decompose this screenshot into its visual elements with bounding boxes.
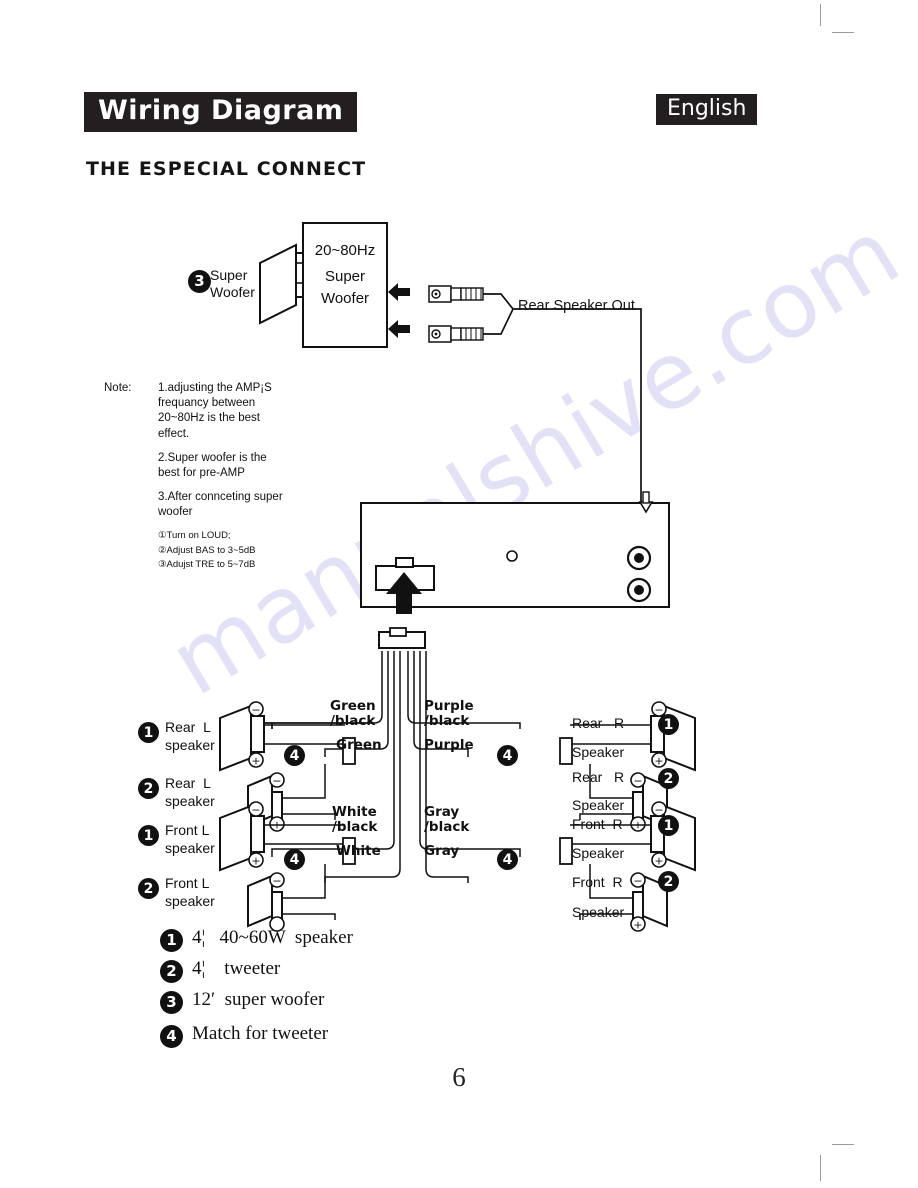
legend-marker-3: 3 <box>160 991 183 1014</box>
svg-text:−: − <box>654 804 663 817</box>
rear-speaker-out-label: Rear Speaker Out <box>518 298 635 314</box>
page-title: Wiring Diagram <box>84 92 358 133</box>
note-item-3: 3.After connceting super woofer <box>158 491 283 519</box>
note-sub-2: ②Adjust BAS to 3~5dB <box>158 544 256 556</box>
legend-text-4: Match for tweeter <box>192 1023 329 1044</box>
svg-text:+: + <box>251 755 260 768</box>
left-speaker-1-label: Rear L speaker <box>165 719 215 754</box>
wire-label-purple-black: Purple /black <box>424 698 474 730</box>
note-item-2: 2.Super woofer is the best for pre-AMP <box>158 451 267 479</box>
section-title: THE ESPECIAL CONNECT <box>86 158 367 180</box>
note-item-1: 1.adjusting the AMP¡S frequancy between … <box>158 382 272 440</box>
wire-label-white-black: White /black <box>332 804 378 836</box>
right-speaker-2-label-bottom: Speaker <box>572 797 625 813</box>
marker-4-match-left-rear: 4 <box>284 745 305 766</box>
legend-marker-4: 4 <box>160 1025 183 1048</box>
svg-text:+: + <box>654 755 663 768</box>
wire-label-gray-black: Gray /black <box>424 804 470 836</box>
left-speaker-2-label: Rear L speaker <box>165 775 215 810</box>
woofer-frequency: 20~80Hz <box>314 242 376 259</box>
note-sub-3: ③Adujst TRE to 5~7dB <box>158 558 256 570</box>
crop-mark-top-right-horizontal <box>832 32 854 33</box>
wire-label-white: White <box>336 843 381 859</box>
note-sub-1: ①Turn on LOUD; <box>158 530 231 542</box>
marker-3-super-woofer: 3 <box>188 270 211 293</box>
woofer-input-arrow-lower <box>388 320 410 338</box>
svg-text:−: − <box>272 775 281 788</box>
svg-text:+: + <box>654 855 663 868</box>
wire-label-gray: Gray <box>424 843 460 859</box>
crop-mark-bottom-right-vertical <box>820 1155 821 1181</box>
crop-mark-bottom-right-horizontal <box>832 1144 854 1145</box>
left-speaker-3-label: Front L speaker <box>165 822 215 857</box>
marker-4-match-right-rear: 4 <box>497 745 518 766</box>
marker-right-speaker-1: 1 <box>658 714 679 735</box>
svg-text:−: − <box>251 704 260 717</box>
note-sub-items: ①Turn on LOUD; ②Adjust BAS to 3~5dB ③Adu… <box>158 529 290 572</box>
right-speaker-3-label-bottom: Speaker <box>572 845 625 861</box>
manual-page: manualshive.com Wiring Diagram English T… <box>0 0 918 1188</box>
marker-left-speaker-1: 1 <box>138 722 159 743</box>
legend-marker-1: 1 <box>160 929 183 952</box>
marker-left-speaker-4: 2 <box>138 878 159 899</box>
page-number: 6 <box>452 1062 466 1092</box>
right-speaker-1-label-bottom: Speaker <box>572 744 625 760</box>
marker-left-speaker-2: 2 <box>138 778 159 799</box>
right-speaker-4-label-top: Front R <box>572 874 623 890</box>
marker-4-match-right-front: 4 <box>497 849 518 870</box>
svg-text:−: − <box>272 875 281 888</box>
note-heading: Note: <box>104 382 132 394</box>
legend-text-3: 12′ super woofer <box>192 989 325 1010</box>
marker-4-match-left-front: 4 <box>284 849 305 870</box>
right-speaker-1-label-top: Rear R <box>572 715 625 731</box>
marker-left-speaker-3: 1 <box>138 825 159 846</box>
woofer-box-line1: Super <box>324 267 366 285</box>
svg-text:−: − <box>633 775 642 788</box>
marker-right-speaker-4: 2 <box>658 871 679 892</box>
left-speaker-4-label: Front L speaker <box>165 875 215 910</box>
woofer-box-line2: Woofer <box>320 289 370 307</box>
wire-label-purple: Purple <box>424 737 474 753</box>
svg-text:+: + <box>633 919 642 932</box>
svg-text:+: + <box>251 855 260 868</box>
marker-right-speaker-3: 1 <box>658 815 679 836</box>
right-speaker-4-label-bottom: Speaker <box>572 904 625 920</box>
crop-mark-top-right-vertical <box>820 4 821 26</box>
super-woofer-box-text: 20~80Hz Super Woofer <box>302 222 388 309</box>
note-body: 1.adjusting the AMP¡S frequancy between … <box>158 381 290 572</box>
language-badge: English <box>656 94 758 126</box>
svg-text:−: − <box>633 875 642 888</box>
right-speaker-2-label-top: Rear R <box>572 769 625 785</box>
right-speaker-3-label-top: Front R <box>572 816 623 832</box>
legend-marker-2: 2 <box>160 960 183 983</box>
legend-text-2: 4¦ tweeter <box>192 958 281 979</box>
wire-label-green: Green <box>336 737 382 753</box>
legend-text-1: 4¦ 40~60W speaker <box>192 927 353 948</box>
left-speakers-front-graphic: − + − <box>219 801 356 932</box>
wire-label-green-black: Green /black <box>330 698 376 730</box>
marker-right-speaker-2: 2 <box>658 768 679 789</box>
svg-text:−: − <box>251 804 260 817</box>
